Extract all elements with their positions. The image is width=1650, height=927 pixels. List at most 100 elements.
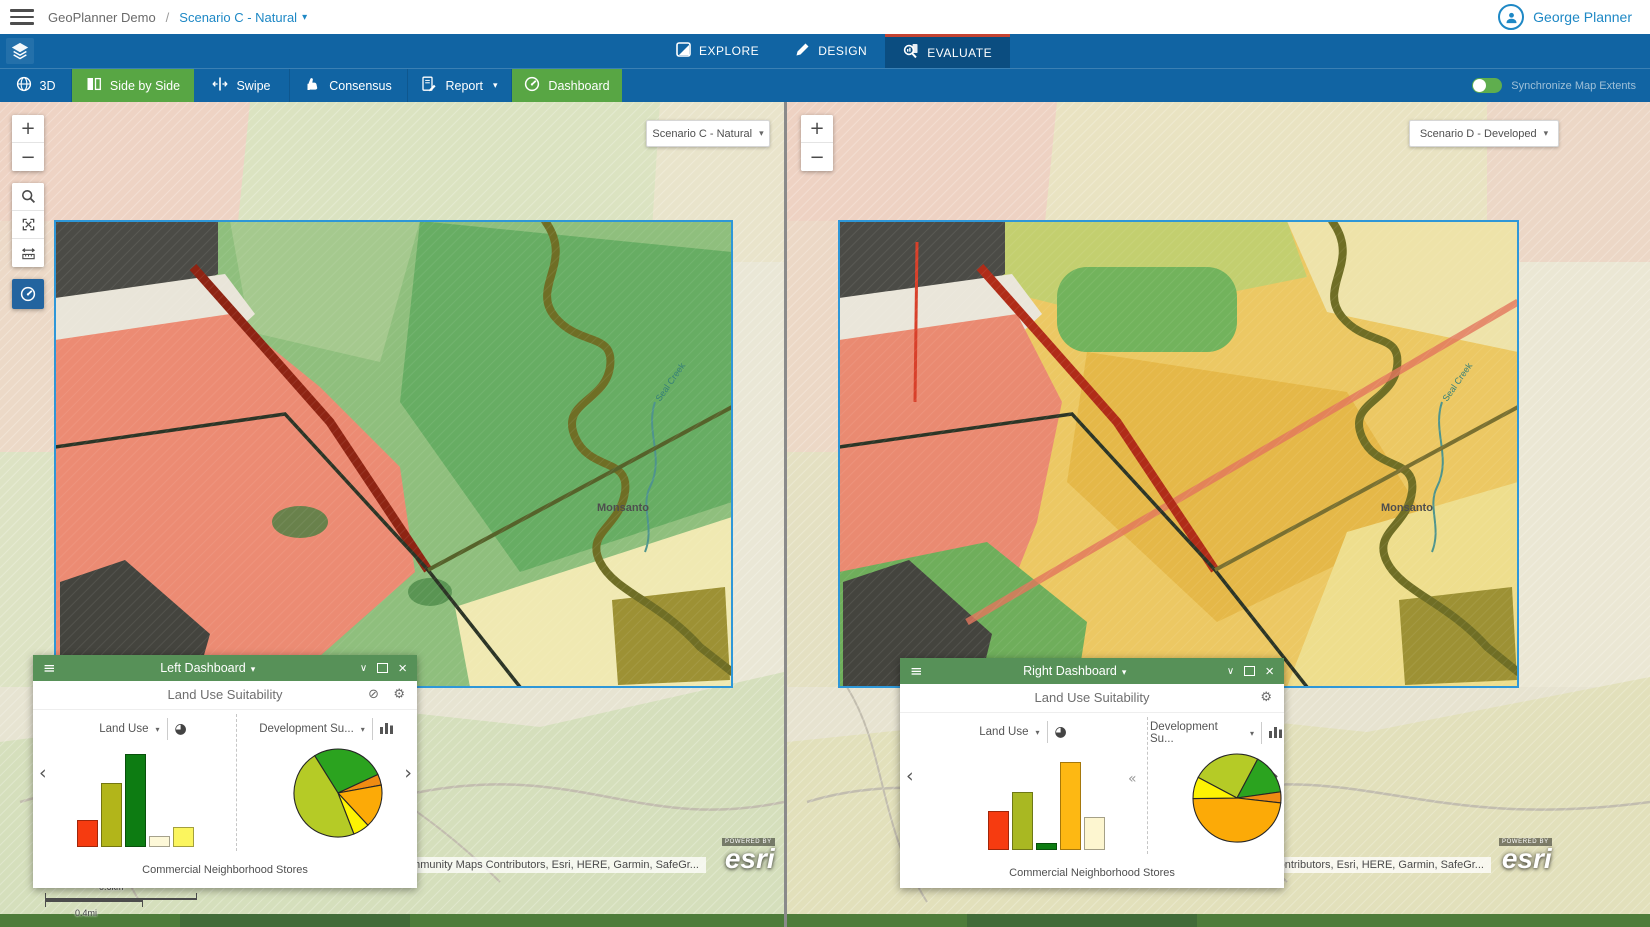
full-extent-tool-button[interactable]	[12, 211, 44, 239]
bar-segment	[149, 836, 170, 847]
tab-evaluate[interactable]: EVALUATE	[885, 34, 1010, 68]
dashboard-tool	[12, 279, 44, 309]
chart-selector[interactable]: Land Use ▾ ◕	[928, 721, 1118, 743]
bar-segment	[101, 783, 122, 847]
indicator-title: Land Use Suitability	[168, 687, 283, 702]
bar-segment	[988, 811, 1009, 850]
consensus-button[interactable]: Consensus	[290, 69, 408, 102]
carousel-prev-button[interactable]: ‹	[39, 762, 47, 784]
bar-segment	[173, 827, 194, 847]
zoom-in-button[interactable]: +	[12, 115, 44, 143]
visibility-off-icon[interactable]: ⊘	[368, 681, 379, 709]
hamburger-menu-icon[interactable]: ≡	[43, 659, 56, 677]
caret-down-icon: ▾	[156, 725, 160, 734]
map-town-label: Monsanto	[597, 502, 649, 514]
side-by-side-button[interactable]: Side by Side	[72, 69, 194, 102]
pie-chart-icon[interactable]: ◕	[1055, 724, 1067, 740]
right-dashboard-panel: ≡ Right Dashboard▾ ∨ × Land Use Suitabil…	[900, 658, 1284, 888]
hamburger-menu-icon[interactable]	[10, 9, 34, 25]
tab-explore[interactable]: EXPLORE	[658, 34, 777, 68]
map-attribution: Esri Community Maps Contributors, Esri, …	[368, 857, 706, 873]
bar-segment	[1060, 762, 1081, 850]
caret-down-icon: ▾	[759, 128, 764, 139]
collapse-icon[interactable]: ∨	[1227, 666, 1234, 677]
3d-button[interactable]: 3D	[0, 69, 72, 102]
report-document-icon	[421, 76, 437, 95]
land-use-bar-chart[interactable]	[77, 754, 194, 847]
collapse-icon[interactable]: ∨	[360, 663, 367, 674]
left-dashboard-header[interactable]: ≡ Left Dashboard▾ ∨ ×	[33, 655, 417, 681]
maximize-icon[interactable]	[377, 663, 388, 673]
caret-down-icon: ▾	[1544, 128, 1549, 139]
left-scenario-selector[interactable]: Scenario C - Natural ▾	[646, 120, 770, 147]
caret-down-icon[interactable]: ▾	[302, 12, 307, 23]
dashboard-title-menu[interactable]: Right Dashboard▾	[923, 664, 1227, 678]
layers-icon[interactable]	[6, 38, 34, 64]
user-avatar-icon	[1498, 4, 1524, 30]
zoom-controls: + −	[801, 115, 833, 171]
chart-selector[interactable]: Development Su... ▾	[1150, 721, 1282, 745]
zoom-in-button[interactable]: +	[801, 115, 833, 143]
report-button[interactable]: Report ▾	[408, 69, 512, 102]
dashboard-tool-button[interactable]	[12, 279, 44, 309]
breadcrumb-scenario-menu[interactable]: Scenario C - Natural	[179, 10, 297, 25]
carousel-prev-button[interactable]: ‹	[906, 765, 914, 787]
bar-segment	[125, 754, 146, 847]
close-icon[interactable]: ×	[1265, 664, 1274, 679]
bar-segment	[77, 820, 98, 847]
user-menu[interactable]: George Planner	[1498, 4, 1650, 30]
chart-selector[interactable]: Development Su... ▾	[236, 718, 416, 740]
map-town-label: Monsanto	[1381, 502, 1433, 514]
caret-down-icon: ▾	[1250, 729, 1254, 738]
development-suitability-pie-chart[interactable]	[1190, 751, 1284, 845]
search-tool-button[interactable]	[12, 183, 44, 211]
settings-gear-icon[interactable]: ⚙	[393, 681, 405, 709]
zoom-out-button[interactable]: −	[12, 143, 44, 171]
explore-icon	[676, 42, 691, 60]
chart-selector[interactable]: Land Use ▾ ◕	[53, 718, 233, 740]
pencil-icon	[795, 42, 810, 60]
map-tools	[12, 183, 44, 267]
mode-tabs: EXPLORE DESIGN EVALUATE	[658, 34, 1010, 68]
right-scenario-selector[interactable]: Scenario D - Developed ▾	[1409, 120, 1559, 147]
window-controls: ∨ ×	[1227, 664, 1274, 679]
indicator-footer: Commercial Neighborhood Stores	[900, 858, 1284, 891]
thumbs-consensus-icon	[305, 76, 321, 95]
pie-chart-icon[interactable]: ◕	[175, 721, 187, 737]
bar-segment	[1012, 792, 1033, 850]
evaluate-chart-magnifier-icon	[903, 43, 919, 62]
indicator-title: Land Use Suitability	[1035, 690, 1150, 705]
evaluate-toolbar: 3D Side by Side Swipe Consensus Report ▾…	[0, 68, 1650, 102]
sync-extents-label: Synchronize Map Extents	[1511, 80, 1636, 92]
dashboard-button[interactable]: Dashboard	[512, 69, 622, 102]
right-dashboard-header[interactable]: ≡ Right Dashboard▾ ∨ ×	[900, 658, 1284, 684]
esri-logo: POWERED BY esri	[722, 838, 775, 871]
settings-gear-icon[interactable]: ⚙	[1260, 684, 1272, 712]
bar-segment	[1036, 843, 1057, 850]
globe-3d-icon	[16, 76, 32, 95]
collapse-divider-button[interactable]: «	[1128, 771, 1137, 787]
indicator-title-row: Land Use Suitability ⚙	[900, 684, 1284, 712]
caret-down-icon: ▾	[1036, 728, 1040, 737]
user-name: George Planner	[1533, 9, 1632, 25]
carousel-next-button[interactable]: ›	[404, 762, 412, 784]
bar-chart-icon[interactable]	[1269, 726, 1282, 741]
swipe-button[interactable]: Swipe	[194, 69, 290, 102]
app-title: GeoPlanner Demo	[48, 10, 156, 25]
maximize-icon[interactable]	[1244, 666, 1255, 676]
chart-divider	[1147, 717, 1148, 854]
land-use-bar-chart[interactable]	[988, 762, 1105, 850]
development-suitability-pie-chart[interactable]	[291, 746, 385, 840]
side-by-side-icon	[86, 76, 102, 95]
tab-design[interactable]: DESIGN	[777, 34, 885, 68]
caret-down-icon: ▾	[493, 80, 498, 91]
hamburger-menu-icon[interactable]: ≡	[910, 662, 923, 680]
sync-extents-toggle[interactable]	[1472, 78, 1502, 93]
zoom-out-button[interactable]: −	[801, 143, 833, 171]
dashboard-title-menu[interactable]: Left Dashboard▾	[56, 661, 360, 675]
close-icon[interactable]: ×	[398, 661, 407, 676]
bar-chart-icon[interactable]	[380, 722, 393, 737]
bar-segment	[1084, 817, 1105, 850]
measure-tool-button[interactable]	[12, 239, 44, 267]
top-app-bar: GeoPlanner Demo / Scenario C - Natural ▾…	[0, 0, 1650, 34]
